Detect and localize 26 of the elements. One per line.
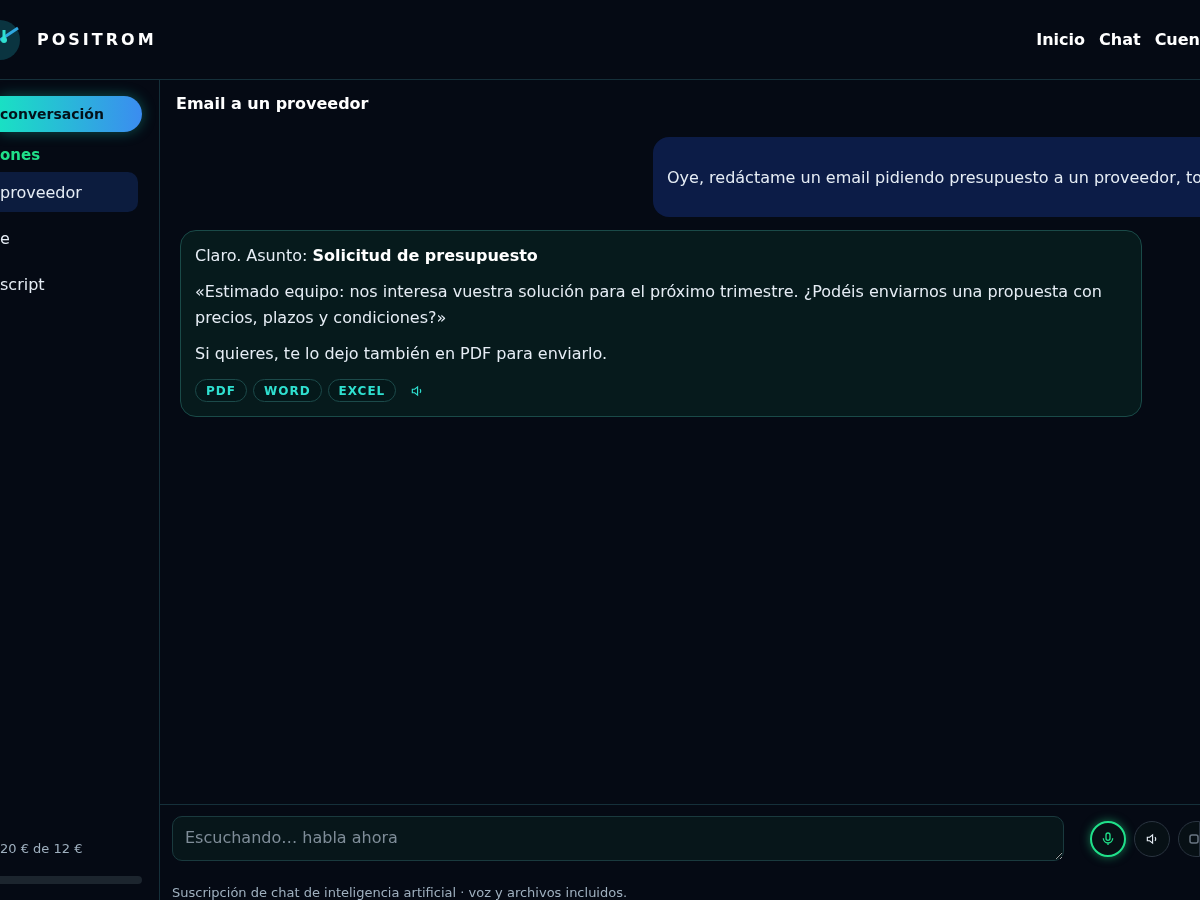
footer-text: Suscripción de chat de inteligencia artificial · voz y archivos incluidos. (172, 885, 629, 900)
brand-name: POSITROM (37, 30, 157, 49)
nav-link[interactable]: Inicio (1036, 30, 1086, 49)
nav-link[interactable]: Chat (1099, 30, 1141, 49)
conversation-item[interactable]: script (0, 264, 138, 304)
microphone-icon (1100, 830, 1116, 847)
conversation-item[interactable]: e (0, 218, 138, 258)
chat-title: Email a un proveedor (176, 94, 370, 113)
message-paragraph: Claro. Asunto: Solicitud de presupuesto (195, 245, 539, 267)
logo-icon (0, 19, 21, 60)
new-conversation-button[interactable]: conversación (0, 96, 142, 132)
export-button[interactable]: PDF (195, 379, 247, 402)
stop-button[interactable] (1178, 820, 1200, 857)
message-input[interactable]: Escuchando… habla ahora (172, 816, 1064, 861)
message-paragraph: Si quieres, te lo dejo también en PDF para enviarlo. (195, 343, 609, 365)
usage-text: 20 € de 12 € (0, 841, 84, 856)
export-button[interactable]: EXCEL (327, 379, 397, 402)
stop-icon (1189, 833, 1199, 844)
nav-link[interactable]: Cuen (1154, 30, 1200, 49)
message-paragraph: «Estimado equipo: nos interesa vuestra solución para el próximo trimestre. ¿Podéis enviarnos una propuesta con precios, plazos y condiciones?» (195, 281, 1103, 329)
speaker-icon (1145, 831, 1159, 846)
microphone-button[interactable] (1090, 820, 1126, 857)
speaker-button[interactable] (1134, 820, 1170, 857)
section-title: ones (0, 146, 42, 164)
export-button[interactable]: WORD (252, 379, 322, 402)
conversation-item[interactable]: proveedor (0, 172, 138, 212)
